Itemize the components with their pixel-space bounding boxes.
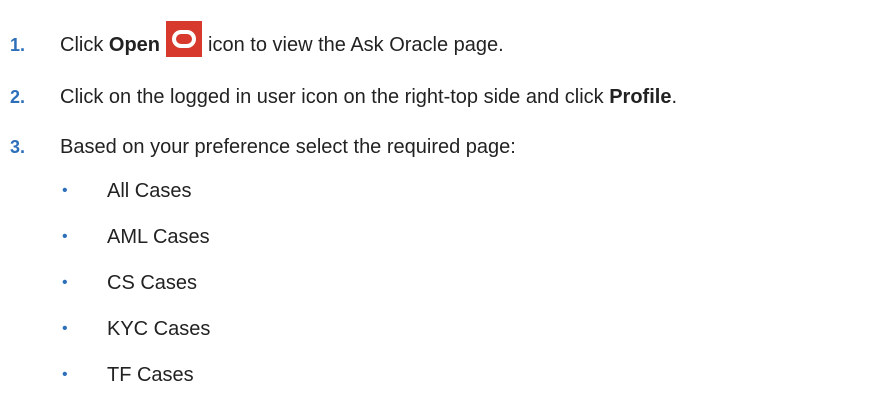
bullet-icon: • [62,320,68,337]
step-2: 2. Click on the logged in user icon on t… [0,79,883,115]
step-prefix: Click [60,33,109,56]
step-prefix: Click on the logged in user icon on the … [60,85,610,108]
step-text: Click on the logged in user icon on the … [60,86,677,109]
step-prefix: Based on your preference select the requ… [60,135,516,158]
step-number: 1. [10,34,26,55]
option-label: TF Cases [107,363,194,386]
oracle-ring-icon [172,30,197,48]
step-suffix: icon to view the Ask Oracle page. [208,33,504,56]
open-label: Open [108,33,161,56]
list-item: • All Cases [0,173,883,209]
option-label: KYC Cases [107,317,211,340]
bullet-icon: • [62,228,68,245]
step-1: 1. Click Open icon to view the Ask Oracl… [0,21,883,63]
step-text: Based on your preference select the requ… [60,136,516,159]
step-3: 3. Based on your preference select the r… [0,129,883,165]
list-item: • KYC Cases [0,311,883,347]
profile-label: Profile [609,85,672,108]
bullet-icon: • [62,366,68,383]
list-item: • AML Cases [0,219,883,255]
option-label: All Cases [107,179,192,202]
step-number: 2. [10,86,26,107]
option-label: AML Cases [107,225,210,248]
list-item: • TF Cases [0,357,883,393]
step-suffix: . [671,85,678,108]
bullet-icon: • [62,274,68,291]
step-text: Click Open icon to view the Ask Oracle p… [60,21,504,63]
option-label: CS Cases [107,271,198,294]
bullet-icon: • [62,182,68,199]
open-icon[interactable] [166,21,203,57]
step-number: 3. [10,136,26,157]
list-item: • CS Cases [0,265,883,301]
